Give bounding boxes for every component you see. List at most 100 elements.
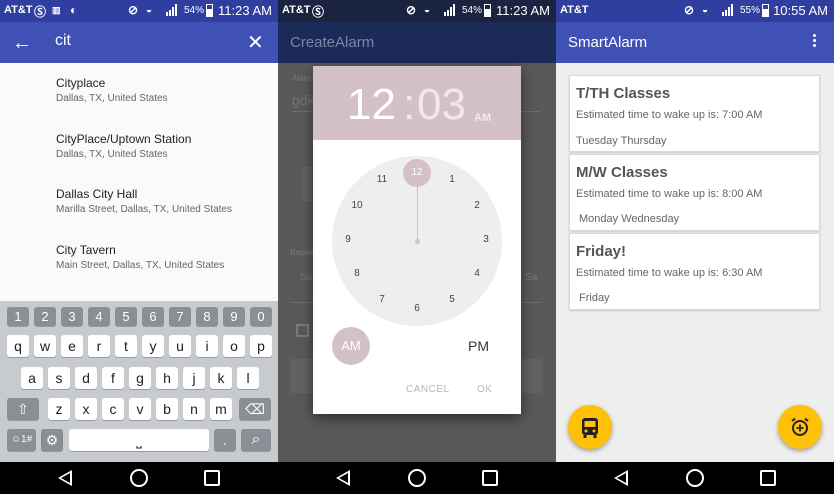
settings-icon[interactable]: ⚙	[41, 429, 63, 451]
key-i[interactable]: i	[196, 335, 218, 357]
key-y[interactable]: y	[142, 335, 164, 357]
clock-hour-1[interactable]: 1	[443, 174, 461, 188]
clock-hour-4[interactable]: 4	[468, 268, 486, 282]
alarm-card[interactable]: M/W Classes Estimated time to wake up is…	[569, 154, 820, 231]
wifi-icon: ◒	[424, 5, 431, 16]
more-vert-icon[interactable]	[813, 34, 817, 50]
space-key[interactable]: ⎵	[69, 429, 209, 451]
add-alarm-fab-button[interactable]	[778, 405, 822, 449]
clock-hour-8[interactable]: 8	[348, 268, 366, 282]
key-r[interactable]: r	[88, 335, 110, 357]
clock-hour-5[interactable]: 5	[443, 294, 461, 308]
arrow-left-icon[interactable]: ←	[12, 32, 32, 55]
key-q[interactable]: q	[7, 335, 29, 357]
key-0[interactable]: 0	[250, 307, 272, 326]
skype-icon: Ⓢ	[34, 5, 47, 19]
pm-button[interactable]: PM	[468, 338, 489, 354]
carrier-label: AT&T	[560, 4, 589, 16]
clock-hour-3[interactable]: 3	[477, 234, 495, 248]
app-bar: SmartAlarm	[556, 22, 834, 63]
key-t[interactable]: t	[115, 335, 137, 357]
clock-hour-11[interactable]: 11	[373, 174, 391, 188]
clock-hour-10[interactable]: 10	[348, 200, 366, 214]
close-icon[interactable]: ✕	[247, 30, 264, 55]
app-title: SmartAlarm	[568, 34, 648, 51]
key-9[interactable]: 9	[223, 307, 245, 326]
time-picker-dialog: 12 : 03 AM 12 1 2 3 4 5 6 7 8 9 10 11 AM…	[313, 66, 521, 414]
clock-hour-9[interactable]: 9	[339, 234, 357, 248]
key-o[interactable]: o	[223, 335, 245, 357]
clock-center	[415, 239, 420, 244]
recent-apps-icon[interactable]	[482, 470, 498, 486]
key-s[interactable]: s	[48, 367, 70, 389]
key-l[interactable]: l	[237, 367, 259, 389]
key-v[interactable]: v	[129, 398, 151, 420]
key-m[interactable]: m	[210, 398, 232, 420]
search-result[interactable]: CityPlace/Uptown Station Dallas, TX, Uni…	[56, 132, 271, 160]
key-a[interactable]: a	[21, 367, 43, 389]
key-j[interactable]: j	[183, 367, 205, 389]
key-7[interactable]: 7	[169, 307, 191, 326]
wifi-icon: ◒	[146, 5, 153, 16]
recent-apps-icon[interactable]	[204, 470, 220, 486]
key-b[interactable]: b	[156, 398, 178, 420]
search-result[interactable]: Dallas City Hall Marilla Street, Dallas,…	[56, 187, 271, 215]
alarm-days: Friday	[579, 292, 610, 304]
alarm-card[interactable]: Friday! Estimated time to wake up is: 6:…	[569, 233, 820, 310]
symbols-key[interactable]: ☺1#	[7, 429, 36, 451]
am-button[interactable]: AM	[332, 327, 370, 365]
minute-display[interactable]: 03	[417, 80, 466, 130]
key-2[interactable]: 2	[34, 307, 56, 326]
recent-apps-icon[interactable]	[760, 470, 776, 486]
alarm-card[interactable]: T/TH Classes Estimated time to wake up i…	[569, 75, 820, 152]
key-8[interactable]: 8	[196, 307, 218, 326]
clock-time: 10:55 AM	[773, 3, 828, 18]
navigation-bar	[278, 462, 556, 494]
key-1[interactable]: 1	[7, 307, 29, 326]
period-key[interactable]: .	[214, 429, 236, 451]
checkbox	[296, 324, 309, 337]
cancel-button[interactable]: CANCEL	[406, 384, 450, 395]
battery-percent: 54%	[462, 5, 483, 16]
clock-hour-6[interactable]: 6	[408, 303, 426, 317]
home-icon[interactable]	[686, 469, 704, 487]
key-6[interactable]: 6	[142, 307, 164, 326]
battery-icon	[206, 4, 213, 17]
clock-hour-2[interactable]: 2	[468, 200, 486, 214]
bus-fab-button[interactable]	[568, 405, 612, 449]
key-h[interactable]: h	[156, 367, 178, 389]
key-5[interactable]: 5	[115, 307, 137, 326]
key-e[interactable]: e	[61, 335, 83, 357]
search-icon[interactable]: ⌕	[241, 429, 271, 451]
ok-button[interactable]: OK	[477, 384, 492, 395]
home-icon[interactable]	[130, 469, 148, 487]
hour-display[interactable]: 12	[347, 80, 396, 130]
back-icon[interactable]	[614, 470, 628, 486]
key-k[interactable]: k	[210, 367, 232, 389]
key-c[interactable]: c	[102, 398, 124, 420]
key-p[interactable]: p	[250, 335, 272, 357]
clock-face[interactable]: 12 1 2 3 4 5 6 7 8 9 10 11	[332, 156, 502, 326]
search-result[interactable]: City Tavern Main Street, Dallas, TX, Uni…	[56, 243, 271, 271]
back-icon[interactable]	[58, 470, 72, 486]
result-address: Marilla Street, Dallas, TX, United State…	[56, 204, 232, 215]
search-input[interactable]	[55, 32, 225, 50]
key-u[interactable]: u	[169, 335, 191, 357]
key-x[interactable]: x	[75, 398, 97, 420]
search-result[interactable]: Cityplace Dallas, TX, United States	[56, 76, 271, 104]
key-g[interactable]: g	[129, 367, 151, 389]
key-f[interactable]: f	[102, 367, 124, 389]
battery-icon	[762, 4, 769, 17]
home-icon[interactable]	[408, 469, 426, 487]
key-4[interactable]: 4	[88, 307, 110, 326]
key-z[interactable]: z	[48, 398, 70, 420]
backspace-icon[interactable]: ⌫	[239, 398, 271, 420]
shift-icon[interactable]: ⇧	[7, 398, 39, 420]
selected-hour-12[interactable]: 12	[403, 159, 431, 187]
key-d[interactable]: d	[75, 367, 97, 389]
key-n[interactable]: n	[183, 398, 205, 420]
back-icon[interactable]	[336, 470, 350, 486]
clock-hour-7[interactable]: 7	[373, 294, 391, 308]
key-3[interactable]: 3	[61, 307, 83, 326]
key-w[interactable]: w	[34, 335, 56, 357]
